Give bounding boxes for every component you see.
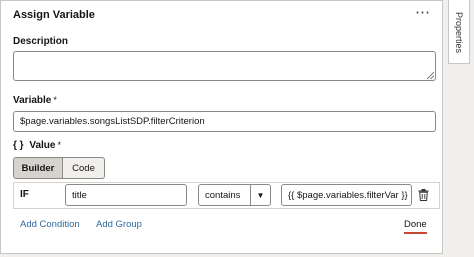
description-label: Description [13, 36, 69, 47]
condition-value-input[interactable]: {{ $page.variables.filterVar }} [281, 184, 412, 206]
if-label: IF [20, 189, 29, 200]
panel-title: Assign Variable [13, 9, 95, 21]
mode-toggle: Builder Code [13, 157, 105, 179]
operator-select[interactable]: contains [198, 184, 251, 206]
properties-tab-label: Properties [454, 12, 464, 54]
variable-input[interactable]: $page.variables.songsListSDP.filterCrite… [13, 111, 436, 132]
assign-variable-panel: Assign Variable ⋯ Description Variable * … [0, 0, 443, 254]
resize-grip-icon[interactable] [427, 72, 434, 79]
add-condition-link[interactable]: Add Condition [20, 219, 80, 230]
add-group-link[interactable]: Add Group [96, 219, 142, 230]
chevron-down-icon[interactable]: ▼ [250, 184, 271, 206]
required-marker: * [57, 140, 61, 150]
trash-icon[interactable] [418, 189, 429, 201]
braces-icon: { } [13, 140, 24, 151]
description-field[interactable] [13, 51, 436, 81]
condition-field-input[interactable]: title [65, 184, 187, 206]
more-options-icon[interactable]: ⋯ [415, 3, 431, 21]
code-button[interactable]: Code [63, 157, 105, 179]
variable-label: Variable * [13, 95, 57, 106]
required-marker: * [53, 95, 57, 105]
value-label: { } Value * [13, 140, 61, 151]
done-button[interactable]: Done [404, 219, 427, 234]
builder-button[interactable]: Builder [13, 157, 63, 179]
